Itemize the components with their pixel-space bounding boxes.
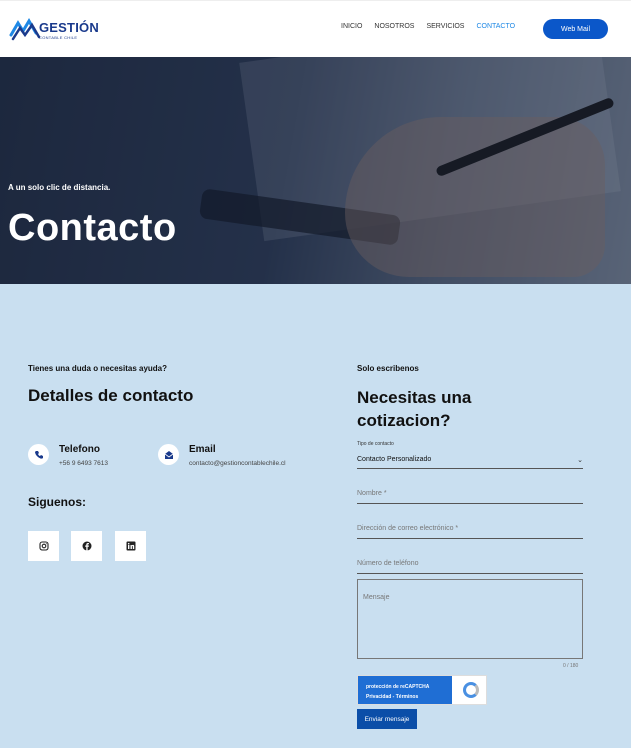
nav-inicio[interactable]: INICIO bbox=[341, 23, 362, 30]
instagram-icon bbox=[38, 541, 49, 551]
logo-subtitle: CONTABLE CHILE bbox=[39, 35, 78, 40]
contact-type-select[interactable]: Contacto Personalizado ⌄ bbox=[357, 454, 583, 469]
recaptcha-widget[interactable]: protección de reCAPTCHA Privacidad - Tér… bbox=[357, 675, 487, 705]
email-label: Email bbox=[189, 444, 216, 455]
char-counter: 0 / 180 bbox=[563, 663, 579, 669]
phone-label: Telefono bbox=[59, 444, 100, 455]
logo-text: GESTIÓN bbox=[39, 20, 99, 35]
phone-item: Telefono +56 9 6493 7613 bbox=[28, 444, 108, 467]
hero-banner: A un solo clic de distancia. Contacto bbox=[0, 57, 631, 284]
logo-mark-icon bbox=[9, 18, 41, 41]
linkedin-icon bbox=[126, 541, 135, 551]
contact-type-value: Contacto Personalizado bbox=[357, 456, 432, 463]
form-eyebrow: Solo escribenos bbox=[357, 364, 419, 373]
main-nav: INICIO NOSOTROS SERVICIOS CONTACTO bbox=[341, 23, 527, 30]
form-title: Necesitas una cotizacion? bbox=[357, 388, 472, 430]
page-title: Contacto bbox=[8, 207, 177, 249]
submit-button[interactable]: Enviar mensaje bbox=[357, 709, 417, 729]
contact-type-label: Tipo de contacto bbox=[357, 441, 394, 447]
recaptcha-badge: protección de reCAPTCHA Privacidad - Tér… bbox=[358, 676, 452, 704]
site-header: GESTIÓN CONTABLE CHILE INICIO NOSOTROS S… bbox=[0, 0, 631, 57]
facebook-icon bbox=[82, 541, 91, 551]
email-value[interactable]: contacto@gestioncontablechile.cl bbox=[189, 460, 286, 467]
nav-contacto[interactable]: CONTACTO bbox=[476, 23, 515, 30]
instagram-button[interactable] bbox=[28, 531, 59, 561]
message-textarea[interactable]: Mensaje bbox=[357, 579, 583, 659]
email-icon bbox=[158, 444, 179, 465]
chevron-down-icon: ⌄ bbox=[577, 457, 583, 464]
name-field[interactable]: Nombre * bbox=[357, 490, 583, 504]
follow-title: Siguenos: bbox=[28, 495, 87, 509]
contact-section: Tienes una duda o necesitas ayuda? Detal… bbox=[0, 284, 631, 748]
logo[interactable]: GESTIÓN CONTABLE CHILE bbox=[9, 15, 101, 43]
recaptcha-line1: protección de reCAPTCHA bbox=[366, 684, 430, 690]
webmail-button[interactable]: Web Mail bbox=[543, 19, 608, 39]
hero-tagline: A un solo clic de distancia. bbox=[8, 183, 111, 192]
contact-details-title: Detalles de contacto bbox=[28, 386, 194, 405]
recaptcha-icon bbox=[463, 682, 479, 698]
contact-eyebrow: Tienes una duda o necesitas ayuda? bbox=[28, 364, 168, 373]
phone-field[interactable]: Número de teléfono bbox=[357, 560, 583, 574]
linkedin-button[interactable] bbox=[115, 531, 146, 561]
facebook-button[interactable] bbox=[71, 531, 102, 561]
email-item: Email contacto@gestioncontablechile.cl bbox=[158, 444, 286, 467]
nav-servicios[interactable]: SERVICIOS bbox=[426, 23, 464, 30]
email-field[interactable]: Dirección de correo electrónico * bbox=[357, 525, 583, 539]
recaptcha-line2: Privacidad - Términos bbox=[366, 694, 419, 700]
phone-icon bbox=[28, 444, 49, 465]
phone-value[interactable]: +56 9 6493 7613 bbox=[59, 460, 108, 467]
nav-nosotros[interactable]: NOSOTROS bbox=[374, 23, 414, 30]
